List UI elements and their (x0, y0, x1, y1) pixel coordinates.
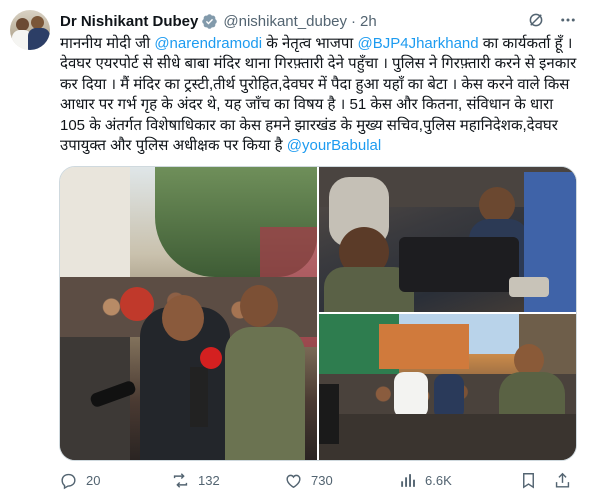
author-name[interactable]: Dr Nishikant Dubey (60, 13, 198, 30)
more-icon[interactable] (558, 10, 578, 30)
share-icon (555, 472, 570, 488)
mention-link[interactable]: @narendramodi (154, 35, 262, 52)
media-grid[interactable] (59, 166, 577, 461)
views-button[interactable]: 6.6K (398, 469, 452, 491)
mention-link[interactable]: @BJP4Jharkhand (357, 35, 478, 52)
like-button[interactable]: 730 (284, 469, 333, 491)
bookmark-icon (523, 472, 534, 489)
like-count: 730 (311, 472, 333, 488)
reply-count: 20 (86, 472, 101, 488)
like-icon (286, 474, 301, 488)
repost-count: 132 (198, 472, 220, 488)
media-photo-1[interactable] (60, 167, 317, 460)
action-bar: 20 132 730 6.6K (59, 469, 575, 491)
reply-icon (61, 473, 76, 489)
bookmark-button[interactable] (519, 469, 538, 491)
media-photo-3[interactable] (319, 314, 576, 460)
verified-badge-icon (202, 13, 218, 29)
tweet-card[interactable]: Dr Nishikant Dubey @nishikant_dubey · 2h… (0, 0, 592, 501)
grok-icon[interactable] (526, 10, 546, 30)
tweet-text-segment: माननीय मोदी जी (60, 35, 155, 52)
reply-button[interactable]: 20 (59, 469, 100, 491)
timestamp[interactable]: 2h (360, 13, 377, 30)
repost-icon (173, 472, 188, 488)
header-actions (526, 10, 578, 30)
mention-link[interactable]: @yourBabulal (287, 137, 381, 154)
media-photo-2[interactable] (319, 167, 576, 312)
tweet-text: माननीय मोदी जी @narendramodi के नेतृत्व … (60, 34, 580, 156)
tweet-header: Dr Nishikant Dubey @nishikant_dubey · 2h (60, 11, 377, 31)
tweet-text-segment: के नेतृत्व भाजपा (262, 35, 358, 52)
views-icon (401, 473, 415, 487)
share-button[interactable] (553, 469, 572, 491)
repost-button[interactable]: 132 (171, 469, 220, 491)
author-handle[interactable]: @nishikant_dubey (223, 13, 347, 30)
header-separator: · (351, 12, 357, 30)
views-count: 6.6K (425, 472, 452, 488)
avatar[interactable] (10, 10, 50, 50)
